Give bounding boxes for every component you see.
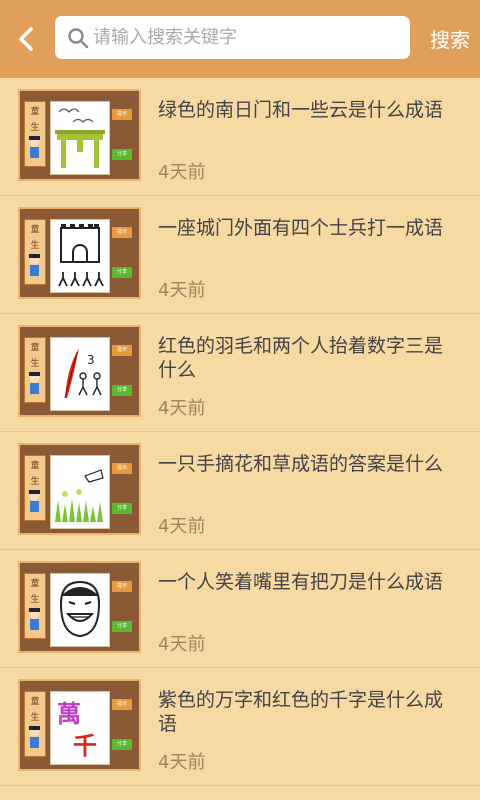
puzzle-thumbnail: 童生 提示 分享 xyxy=(18,561,141,653)
list-item[interactable]: 童生 提示 分享 绿色的南日门和一些云是什么成语 4天前 xyxy=(0,78,480,196)
list-item[interactable]: 童生 提示 分享 一座城门外面有四个士兵打一成语 4天前 xyxy=(0,196,480,314)
puzzle-image-wan-qian-chars: 萬 千 xyxy=(50,691,110,765)
search-icon xyxy=(68,28,89,49)
share-tag: 分享 xyxy=(112,149,132,160)
list-item[interactable]: 童生 萬 千 提示 分享 紫色的万字和红色的千字是什么成语 4天前 xyxy=(0,668,480,786)
hint-tag: 提示 xyxy=(112,345,132,356)
puzzle-thumbnail: 童生 萬 千 提示 分享 xyxy=(18,679,141,771)
item-title: 紫色的万字和红色的千字是什么成语 xyxy=(158,689,444,735)
puzzle-image-laughing-face-knife xyxy=(50,573,110,647)
puzzle-thumbnail: 童生 提示 分享 xyxy=(18,89,141,181)
puzzle-thumbnail: 童生 提示 分享 xyxy=(18,443,141,535)
list-item[interactable]: 童生 3 提示 分享 红色的羽毛和两个人抬着数字三是什么 4天前 xyxy=(0,314,480,432)
back-button[interactable] xyxy=(10,22,44,56)
hint-tag: 提示 xyxy=(112,699,132,710)
item-time: 4天前 xyxy=(158,752,206,773)
share-tag: 分享 xyxy=(112,385,132,396)
item-time: 4天前 xyxy=(158,634,206,655)
list-item[interactable]: 童生 提示 分享 一个人笑着嘴里有把刀是什么成语 4天前 xyxy=(0,550,480,668)
share-tag: 分享 xyxy=(112,503,132,514)
item-title: 红色的羽毛和两个人抬着数字三是什么 xyxy=(158,335,444,381)
puzzle-image-feather-three: 3 xyxy=(50,337,110,411)
scholar-icon xyxy=(29,726,40,748)
list-item[interactable]: 童生 提示 分享 一只手摘花和草成语的答案是什么 4天前 xyxy=(0,432,480,550)
result-list: 童生 提示 分享 绿色的南日门和一些云是什么成语 4天前 童生 提示 分享 一座… xyxy=(0,78,480,786)
item-time: 4天前 xyxy=(158,516,206,537)
item-time: 4天前 xyxy=(158,280,206,301)
scholar-icon xyxy=(29,136,40,158)
char-wan: 萬 xyxy=(57,700,81,728)
search-input[interactable] xyxy=(93,16,398,59)
top-bar: 搜索 xyxy=(0,0,480,78)
scholar-icon xyxy=(29,254,40,276)
item-title: 一座城门外面有四个士兵打一成语 xyxy=(158,217,444,239)
share-tag: 分享 xyxy=(112,621,132,632)
hint-tag: 提示 xyxy=(112,463,132,474)
puzzle-thumbnail: 童生 提示 分享 xyxy=(18,207,141,299)
puzzle-thumbnail: 童生 3 提示 分享 xyxy=(18,325,141,417)
puzzle-image-citygate-soldiers xyxy=(50,219,110,293)
item-title: 一只手摘花和草成语的答案是什么 xyxy=(158,453,444,475)
search-box[interactable] xyxy=(55,16,410,59)
hint-tag: 提示 xyxy=(112,581,132,592)
scholar-icon xyxy=(29,490,40,512)
char-qian: 千 xyxy=(73,732,97,760)
hint-tag: 提示 xyxy=(112,109,132,120)
puzzle-image-gate-clouds xyxy=(50,101,110,175)
item-time: 4天前 xyxy=(158,162,206,183)
item-time: 4天前 xyxy=(158,398,206,419)
item-title: 一个人笑着嘴里有把刀是什么成语 xyxy=(158,571,444,593)
scholar-icon xyxy=(29,608,40,630)
scholar-icon xyxy=(29,372,40,394)
puzzle-image-hand-flowers xyxy=(50,455,110,529)
item-title: 绿色的南日门和一些云是什么成语 xyxy=(158,99,444,121)
search-button[interactable]: 搜索 xyxy=(420,22,480,58)
share-tag: 分享 xyxy=(112,739,132,750)
hint-tag: 提示 xyxy=(112,227,132,238)
svg-text:3: 3 xyxy=(87,353,95,367)
chevron-left-icon xyxy=(19,27,33,51)
share-tag: 分享 xyxy=(112,267,132,278)
